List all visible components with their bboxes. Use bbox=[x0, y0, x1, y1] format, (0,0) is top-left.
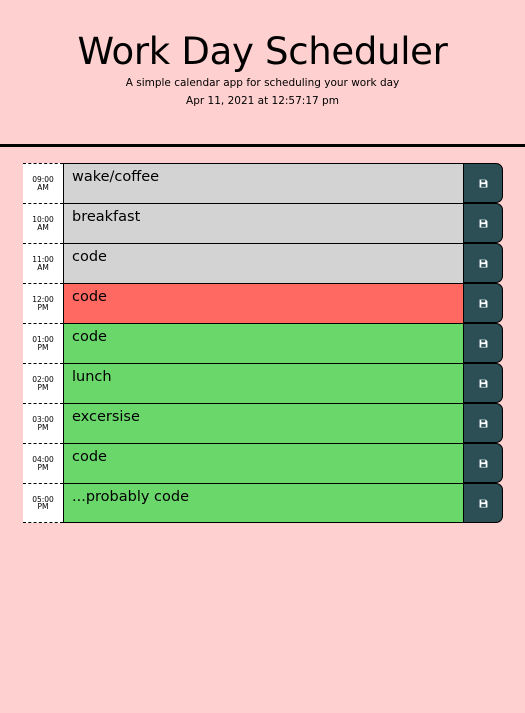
page-title: Work Day Scheduler bbox=[77, 30, 448, 73]
floppy-disk-icon bbox=[479, 219, 487, 227]
description-input[interactable]: excersise bbox=[63, 403, 463, 443]
time-block: 04:00 PM code bbox=[23, 443, 503, 483]
hour-period: PM bbox=[37, 302, 49, 312]
floppy-disk-icon bbox=[479, 259, 487, 267]
hour-period: PM bbox=[37, 422, 49, 432]
save-button[interactable] bbox=[463, 163, 503, 203]
hour-period: AM bbox=[37, 182, 49, 192]
hour-period: PM bbox=[37, 342, 49, 352]
time-block: 01:00 PM code bbox=[23, 323, 503, 363]
hour-label: 11:00 AM bbox=[23, 243, 63, 283]
hour-period: PM bbox=[37, 382, 49, 392]
floppy-disk-icon bbox=[479, 379, 487, 387]
floppy-disk-icon bbox=[479, 499, 487, 507]
time-block: 05:00 PM ...probably code bbox=[23, 483, 503, 523]
schedule-container: 09:00 AM wake/coffee 10:00 AM breakfast … bbox=[23, 163, 503, 523]
time-block: 12:00 PM code bbox=[23, 283, 503, 323]
floppy-disk-icon bbox=[479, 459, 487, 467]
save-button[interactable] bbox=[463, 203, 503, 243]
time-block: 03:00 PM excersise bbox=[23, 403, 503, 443]
hour-period: PM bbox=[37, 502, 49, 511]
floppy-disk-icon bbox=[479, 299, 487, 307]
save-button[interactable] bbox=[463, 403, 503, 443]
hour-label: 02:00 PM bbox=[23, 363, 63, 403]
save-button[interactable] bbox=[463, 323, 503, 363]
hour-period: PM bbox=[37, 462, 49, 472]
description-input[interactable]: code bbox=[63, 243, 463, 283]
time-block: 09:00 AM wake/coffee bbox=[23, 163, 503, 203]
floppy-disk-icon bbox=[479, 179, 487, 187]
hour-period: AM bbox=[37, 222, 49, 232]
description-input[interactable]: wake/coffee bbox=[63, 163, 463, 203]
save-button[interactable] bbox=[463, 283, 503, 323]
description-input[interactable]: code bbox=[63, 323, 463, 363]
hour-label: 12:00 PM bbox=[23, 283, 63, 323]
save-button[interactable] bbox=[463, 243, 503, 283]
hour-label: 10:00 AM bbox=[23, 203, 63, 243]
description-input[interactable]: lunch bbox=[63, 363, 463, 403]
hour-period: AM bbox=[37, 262, 49, 272]
time-block: 02:00 PM lunch bbox=[23, 363, 503, 403]
description-input[interactable]: code bbox=[63, 283, 463, 323]
floppy-disk-icon bbox=[479, 339, 487, 347]
hour-label: 04:00 PM bbox=[23, 443, 63, 483]
floppy-disk-icon bbox=[479, 419, 487, 427]
hour-label: 09:00 AM bbox=[23, 163, 63, 203]
header: Work Day Scheduler A simple calendar app… bbox=[0, 0, 525, 147]
save-button[interactable] bbox=[463, 443, 503, 483]
save-button[interactable] bbox=[463, 483, 503, 523]
page-subtitle: A simple calendar app for scheduling you… bbox=[125, 77, 400, 89]
hour-label: 01:00 PM bbox=[23, 323, 63, 363]
hour-label: 03:00 PM bbox=[23, 403, 63, 443]
hour-label: 05:00 PM bbox=[23, 483, 63, 523]
description-input[interactable]: ...probably code bbox=[63, 483, 463, 523]
description-input[interactable]: breakfast bbox=[63, 203, 463, 243]
time-block: 10:00 AM breakfast bbox=[23, 203, 503, 243]
current-day: Apr 11, 2021 at 12:57:17 pm bbox=[186, 95, 339, 107]
save-button[interactable] bbox=[463, 363, 503, 403]
time-block: 11:00 AM code bbox=[23, 243, 503, 283]
description-input[interactable]: code bbox=[63, 443, 463, 483]
